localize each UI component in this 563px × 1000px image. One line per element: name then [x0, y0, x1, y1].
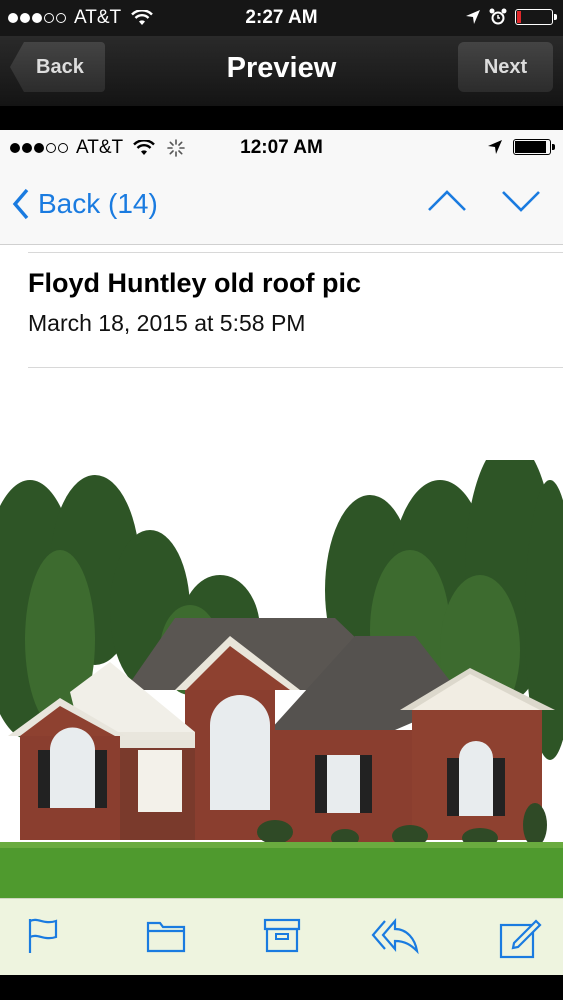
next-message-chevron-down-icon[interactable]	[501, 188, 541, 214]
alarm-clock-icon	[489, 8, 507, 25]
mail-back-label: Back (14)	[38, 188, 158, 219]
preview-nav-bar: Back Preview Next	[0, 36, 563, 106]
outer-status-bar: AT&T 2:27 AM	[0, 0, 563, 36]
mail-nav-bar: Back (14)	[0, 166, 563, 245]
location-arrow-icon	[488, 140, 502, 154]
previous-message-chevron-up-icon[interactable]	[427, 188, 467, 214]
message-subject: Floyd Huntley old roof pic	[28, 268, 361, 298]
house-photo-attachment[interactable]	[0, 460, 563, 898]
inner-status-bar: AT&T 12:07 AM	[0, 130, 563, 166]
header-divider	[28, 252, 563, 253]
preview-next-button[interactable]: Next	[458, 42, 553, 92]
mail-toolbar	[0, 898, 563, 975]
flag-icon[interactable]	[26, 917, 60, 955]
mail-screenshot-preview: AT&T 12:07 AM Back (14) Floyd Huntley ol…	[0, 130, 563, 975]
chevron-left-icon	[12, 188, 29, 220]
folder-icon[interactable]	[146, 917, 186, 953]
message-date: March 18, 2015 at 5:58 PM	[28, 310, 306, 336]
inner-time: 12:07 AM	[240, 137, 323, 158]
reply-icon[interactable]	[371, 917, 419, 955]
battery-low-icon	[515, 9, 557, 25]
header-divider	[28, 367, 563, 368]
compose-icon[interactable]	[498, 917, 542, 959]
mail-back-button[interactable]: Back (14)	[12, 188, 158, 220]
battery-icon	[513, 139, 555, 155]
location-arrow-icon	[466, 10, 480, 24]
archive-icon[interactable]	[263, 917, 301, 955]
